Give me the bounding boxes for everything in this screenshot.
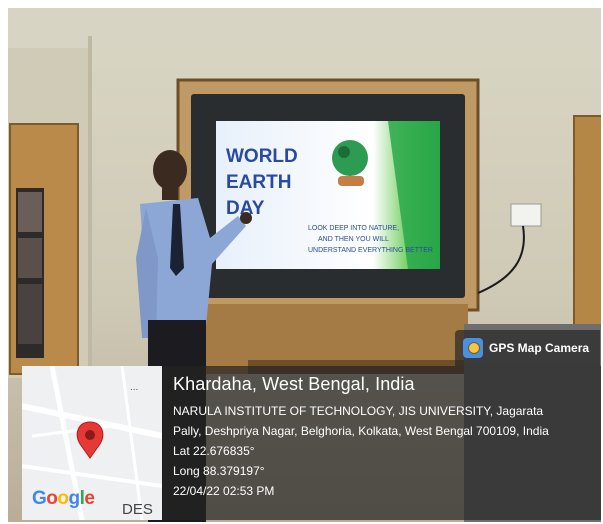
- screen-tagline-2: AND THEN YOU WILL: [318, 236, 389, 243]
- notice-photos-2: [18, 238, 42, 278]
- wall-seam: [88, 36, 92, 376]
- hands-icon: [338, 176, 364, 186]
- screen-title-1: WORLD: [226, 146, 298, 167]
- location-title: Khardaha, West Bengal, India: [173, 374, 415, 394]
- address-line-1: NARULA INSTITUTE OF TECHNOLOGY, JIS UNIV…: [173, 404, 544, 418]
- photo-frame: WORLD EARTH DAY LOOK DEEP INTO NATURE, A…: [0, 0, 603, 524]
- google-logo: Google: [32, 488, 95, 509]
- map-partial-label: DES: [122, 501, 153, 518]
- badge-app-name: GPS Map Camera: [489, 341, 590, 355]
- notice-photos-3: [18, 284, 42, 344]
- person-head: [153, 150, 187, 190]
- switch-board: [510, 203, 542, 227]
- wall-top: [8, 8, 601, 48]
- notice-photos: [18, 192, 42, 232]
- person-neck: [162, 186, 178, 200]
- globe-icon: [332, 140, 368, 176]
- screen-tagline-1: LOOK DEEP INTO NATURE,: [308, 225, 399, 232]
- screen-tagline-3: UNDERSTAND EVERYTHING BETTER: [308, 247, 433, 254]
- gps-map-camera-icon: [463, 338, 483, 358]
- map-thumbnail: ... Google DES: [22, 366, 162, 520]
- gps-camera-badge: GPS Map Camera: [455, 330, 600, 366]
- address-line-2: Pally, Deshpriya Nagar, Belghoria, Kolka…: [173, 424, 549, 438]
- screen-title-2: EARTH: [226, 172, 291, 193]
- person-hand: [240, 212, 252, 224]
- globe-land: [338, 146, 350, 158]
- power-cable: [477, 225, 525, 294]
- longitude: Long 88.379197°: [173, 464, 265, 478]
- datetime: 22/04/22 02:53 PM: [173, 484, 275, 498]
- latitude: Lat 22.676835°: [173, 444, 255, 458]
- location-overlay: Khardaha, West Bengal, India NARULA INST…: [163, 366, 601, 520]
- map-dots: ...: [130, 382, 139, 393]
